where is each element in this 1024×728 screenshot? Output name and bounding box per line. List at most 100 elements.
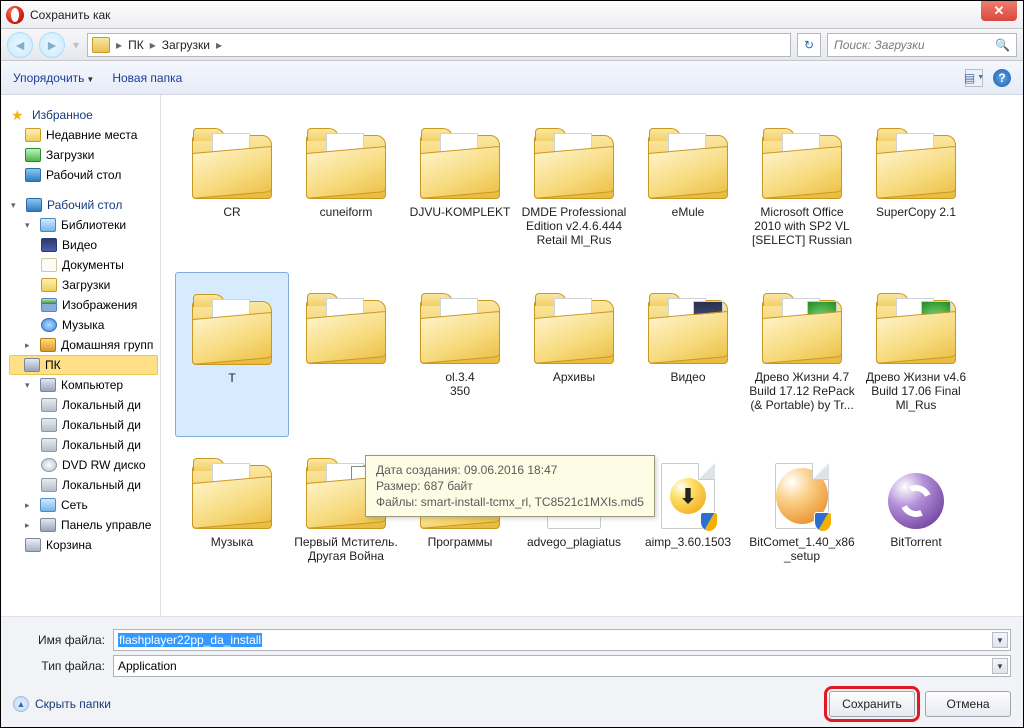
file-item[interactable]: 21 Первый Мститель. Другая Война bbox=[289, 437, 403, 602]
file-grid[interactable]: CR cuneiform DJVU-KOMPLEKT DMDE Professi… bbox=[161, 95, 1023, 616]
collapse-icon[interactable]: ▾ bbox=[11, 200, 21, 211]
tree-network[interactable]: ▸Сеть bbox=[9, 495, 158, 515]
search-icon[interactable]: 🔍 bbox=[995, 38, 1010, 52]
breadcrumb-sep-icon[interactable]: ▸ bbox=[114, 38, 124, 52]
tree-images[interactable]: Изображения bbox=[9, 295, 158, 315]
tree-disk[interactable]: Локальный ди bbox=[9, 395, 158, 415]
tree-downloads2[interactable]: Загрузки bbox=[9, 275, 158, 295]
tree-recent[interactable]: Недавние места bbox=[9, 125, 158, 145]
file-item[interactable]: Microsoft Office 2010 with SP2 VL [SELEC… bbox=[745, 107, 859, 272]
filename-value: flashplayer22pp_da_install bbox=[118, 633, 262, 647]
cancel-button[interactable]: Отмена bbox=[925, 691, 1011, 717]
drive-icon bbox=[41, 398, 57, 412]
cpanel-icon bbox=[40, 518, 56, 532]
file-item[interactable]: cuneiform bbox=[289, 107, 403, 272]
chevron-up-icon: ▲ bbox=[13, 696, 29, 712]
file-item[interactable]: Древо Жизни 4.7 Build 17.12 RePack (& Po… bbox=[745, 272, 859, 437]
file-item[interactable]: ol.3.4350 bbox=[403, 272, 517, 437]
item-icon: A bbox=[529, 451, 619, 529]
file-item[interactable]: eMule bbox=[631, 107, 745, 272]
image-icon bbox=[41, 298, 57, 312]
file-item[interactable]: Древо Жизни v4.6 Build 17.06 Final Ml_Ru… bbox=[859, 272, 973, 437]
collapse-icon[interactable]: ▾ bbox=[25, 220, 35, 231]
breadcrumb[interactable]: ▸ ПК ▸ Загрузки ▸ bbox=[87, 33, 791, 57]
computer-icon bbox=[40, 378, 56, 392]
tree-libraries[interactable]: ▾Библиотеки bbox=[9, 215, 158, 235]
filetype-value: Application bbox=[118, 659, 177, 673]
item-label: CR bbox=[223, 205, 240, 219]
file-item[interactable]: ⬇ aimp_3.60.1503 bbox=[631, 437, 745, 602]
breadcrumb-downloads[interactable]: Загрузки bbox=[160, 38, 212, 52]
item-label: Первый Мститель. Другая Война bbox=[293, 535, 399, 563]
file-item[interactable]: BitComet_1.40_x86_setup bbox=[745, 437, 859, 602]
nav-back-button[interactable]: ◄ bbox=[7, 32, 33, 58]
expand-icon[interactable]: ▸ bbox=[25, 340, 35, 351]
tree-music[interactable]: Музыка bbox=[9, 315, 158, 335]
tree-bin[interactable]: Корзина bbox=[9, 535, 158, 555]
file-item[interactable]: T bbox=[175, 272, 289, 437]
chevron-down-icon[interactable]: ▾ bbox=[71, 38, 81, 52]
filetype-label: Тип файла: bbox=[13, 659, 113, 673]
pc-icon bbox=[24, 358, 40, 372]
tree-desktop[interactable]: ▾Рабочий стол bbox=[9, 195, 158, 215]
file-item[interactable]: DJVU-KOMPLEKT bbox=[403, 107, 517, 272]
help-button[interactable]: ? bbox=[993, 69, 1011, 87]
shield-icon bbox=[814, 512, 832, 532]
close-button[interactable]: ✕ bbox=[981, 1, 1017, 21]
file-item[interactable]: DMDE Professional Edition v2.4.6.444 Ret… bbox=[517, 107, 631, 272]
folder-icon bbox=[92, 37, 110, 53]
newfolder-button[interactable]: Новая папка bbox=[112, 71, 182, 85]
organize-menu[interactable]: Упорядочить▼ bbox=[13, 71, 94, 85]
tree-cpanel[interactable]: ▸Панель управле bbox=[9, 515, 158, 535]
tree-favorites[interactable]: ★Избранное bbox=[9, 105, 158, 125]
dropdown-icon[interactable]: ▼ bbox=[992, 658, 1008, 674]
tree-desktop-fav[interactable]: Рабочий стол bbox=[9, 165, 158, 185]
save-button[interactable]: Сохранить bbox=[829, 691, 915, 717]
item-icon bbox=[415, 451, 505, 529]
tree-documents[interactable]: Документы bbox=[9, 255, 158, 275]
dropdown-icon[interactable]: ▼ bbox=[992, 632, 1008, 648]
item-icon bbox=[871, 451, 961, 529]
item-label: Видео bbox=[670, 370, 705, 384]
file-item[interactable]: Программы bbox=[403, 437, 517, 602]
expand-icon[interactable]: ▸ bbox=[25, 500, 35, 511]
tree-disk[interactable]: Локальный ди bbox=[9, 415, 158, 435]
tree-dvd[interactable]: DVD RW диско bbox=[9, 455, 158, 475]
item-label: Древо Жизни v4.6 Build 17.06 Final Ml_Ru… bbox=[863, 370, 969, 412]
refresh-button[interactable]: ↻ bbox=[797, 33, 821, 57]
collapse-icon[interactable]: ▾ bbox=[25, 380, 35, 391]
file-item[interactable]: CR bbox=[175, 107, 289, 272]
view-menu[interactable]: ▤▼ bbox=[965, 69, 983, 87]
breadcrumb-sep-icon[interactable]: ▸ bbox=[214, 38, 224, 52]
file-item[interactable]: A advego_plagiatus bbox=[517, 437, 631, 602]
expand-icon[interactable]: ▸ bbox=[25, 520, 35, 531]
file-item[interactable]: BitTorrent bbox=[859, 437, 973, 602]
window-title: Сохранить как bbox=[30, 8, 110, 22]
nav-forward-button[interactable]: ► bbox=[39, 32, 65, 58]
tree-disk[interactable]: Локальный ди bbox=[9, 435, 158, 455]
tree-video[interactable]: Видео bbox=[9, 235, 158, 255]
file-item[interactable]: Архивы bbox=[517, 272, 631, 437]
filetype-select[interactable]: Application ▼ bbox=[113, 655, 1011, 677]
tree-pc[interactable]: ПК bbox=[9, 355, 158, 375]
search-input[interactable]: Поиск: Загрузки 🔍 bbox=[827, 33, 1017, 57]
file-item[interactable] bbox=[289, 272, 403, 437]
file-item[interactable]: Видео bbox=[631, 272, 745, 437]
titlebar[interactable]: Сохранить как ✕ bbox=[1, 1, 1023, 29]
drive-icon bbox=[41, 418, 57, 432]
file-item[interactable]: Музыка bbox=[175, 437, 289, 602]
breadcrumb-pc[interactable]: ПК bbox=[126, 38, 146, 52]
desktop-icon bbox=[26, 198, 42, 212]
tree-disk[interactable]: Локальный ди bbox=[9, 475, 158, 495]
item-icon bbox=[643, 286, 733, 364]
hide-folders-button[interactable]: ▲ Скрыть папки bbox=[13, 696, 111, 712]
bottom-panel: Имя файла: flashplayer22pp_da_install ▼ … bbox=[1, 616, 1023, 727]
item-label: DMDE Professional Edition v2.4.6.444 Ret… bbox=[521, 205, 627, 247]
breadcrumb-sep-icon[interactable]: ▸ bbox=[148, 38, 158, 52]
filename-input[interactable]: flashplayer22pp_da_install ▼ bbox=[113, 629, 1011, 651]
tree-downloads[interactable]: Загрузки bbox=[9, 145, 158, 165]
file-item[interactable]: SuperCopy 2.1 bbox=[859, 107, 973, 272]
nav-tree[interactable]: ★Избранное Недавние места Загрузки Рабоч… bbox=[1, 95, 161, 616]
tree-computer[interactable]: ▾Компьютер bbox=[9, 375, 158, 395]
tree-homegroup[interactable]: ▸Домашняя групп bbox=[9, 335, 158, 355]
